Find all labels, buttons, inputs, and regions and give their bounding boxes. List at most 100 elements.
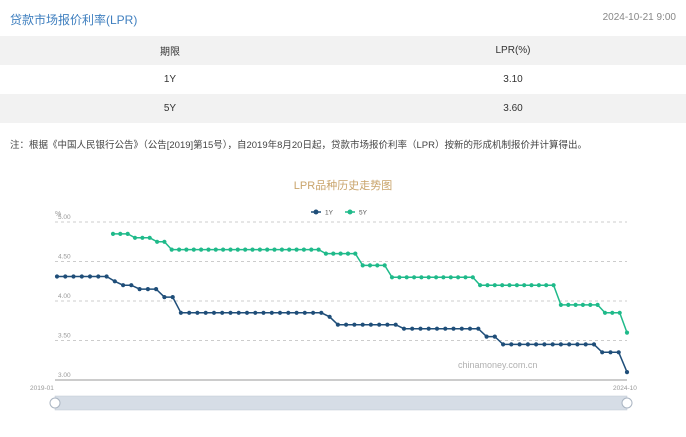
data-point-5y[interactable] [375, 263, 380, 268]
data-point-5y[interactable] [529, 283, 534, 288]
data-point-1y[interactable] [335, 322, 340, 327]
data-point-1y[interactable] [121, 283, 126, 288]
data-point-5y[interactable] [309, 247, 314, 252]
data-point-1y[interactable] [220, 310, 225, 315]
data-point-1y[interactable] [294, 310, 299, 315]
data-point-1y[interactable] [129, 283, 134, 288]
data-point-1y[interactable] [54, 274, 60, 279]
data-point-1y[interactable] [434, 326, 440, 331]
data-point-5y[interactable] [257, 247, 262, 252]
data-point-1y[interactable] [170, 295, 175, 300]
data-point-5y[interactable] [287, 247, 292, 252]
data-point-5y[interactable] [566, 302, 571, 307]
data-point-1y[interactable] [360, 322, 365, 327]
data-point-1y[interactable] [443, 326, 448, 331]
data-point-5y[interactable] [624, 330, 630, 335]
data-point-5y[interactable] [331, 251, 336, 256]
data-point-5y[interactable] [162, 239, 167, 244]
data-point-1y[interactable] [484, 334, 489, 339]
data-point-1y[interactable] [591, 342, 597, 347]
data-point-1y[interactable] [63, 274, 68, 279]
data-point-1y[interactable] [311, 310, 316, 315]
data-point-1y[interactable] [418, 326, 423, 331]
data-point-5y[interactable] [265, 247, 270, 252]
data-point-1y[interactable] [327, 314, 332, 319]
data-point-5y[interactable] [492, 283, 497, 288]
data-point-1y[interactable] [286, 310, 291, 315]
data-point-5y[interactable] [199, 247, 204, 252]
data-point-5y[interactable] [177, 247, 182, 252]
data-point-5y[interactable] [294, 247, 299, 252]
data-point-1y[interactable] [542, 342, 547, 347]
data-point-5y[interactable] [522, 283, 527, 288]
data-point-1y[interactable] [393, 322, 398, 327]
data-point-5y[interactable] [448, 275, 453, 280]
range-slider-handle-right[interactable] [621, 397, 633, 409]
data-point-5y[interactable] [500, 283, 505, 288]
data-point-5y[interactable] [206, 247, 211, 252]
data-point-5y[interactable] [279, 247, 284, 252]
data-point-1y[interactable] [352, 322, 357, 327]
data-point-5y[interactable] [147, 235, 152, 240]
data-point-5y[interactable] [360, 263, 365, 268]
data-point-1y[interactable] [368, 322, 373, 327]
data-point-1y[interactable] [451, 326, 456, 331]
data-point-1y[interactable] [162, 295, 167, 300]
data-point-5y[interactable] [573, 302, 578, 307]
data-point-1y[interactable] [236, 310, 241, 315]
data-point-5y[interactable] [412, 275, 417, 280]
data-point-1y[interactable] [534, 342, 539, 347]
data-point-5y[interactable] [132, 235, 138, 240]
data-point-1y[interactable] [401, 326, 407, 331]
data-point-1y[interactable] [319, 310, 324, 315]
data-point-1y[interactable] [467, 326, 473, 331]
data-point-1y[interactable] [178, 310, 183, 315]
range-slider-handle-left[interactable] [49, 397, 61, 409]
data-point-5y[interactable] [456, 275, 461, 280]
data-point-5y[interactable] [617, 310, 622, 315]
data-point-5y[interactable] [155, 239, 160, 244]
data-point-5y[interactable] [367, 263, 373, 268]
data-point-5y[interactable] [426, 275, 431, 280]
data-point-1y[interactable] [87, 274, 93, 279]
data-point-1y[interactable] [616, 350, 621, 355]
data-point-5y[interactable] [250, 247, 255, 252]
data-point-1y[interactable] [426, 326, 431, 331]
data-point-1y[interactable] [203, 310, 208, 315]
data-point-1y[interactable] [476, 326, 481, 331]
data-point-5y[interactable] [353, 251, 358, 256]
data-point-5y[interactable] [323, 251, 328, 256]
data-point-5y[interactable] [118, 231, 123, 236]
data-point-5y[interactable] [184, 247, 189, 252]
data-point-5y[interactable] [580, 302, 586, 307]
data-point-5y[interactable] [514, 283, 520, 288]
data-point-1y[interactable] [624, 370, 630, 375]
data-point-1y[interactable] [269, 310, 274, 315]
data-point-1y[interactable] [187, 310, 192, 315]
data-point-5y[interactable] [338, 251, 343, 256]
data-point-1y[interactable] [509, 342, 514, 347]
data-point-1y[interactable] [344, 322, 349, 327]
data-point-1y[interactable] [71, 274, 76, 279]
data-point-1y[interactable] [277, 310, 283, 315]
data-point-5y[interactable] [382, 263, 387, 268]
data-point-1y[interactable] [79, 274, 84, 279]
data-point-5y[interactable] [221, 247, 226, 252]
data-point-1y[interactable] [104, 274, 109, 279]
data-point-1y[interactable] [261, 310, 266, 315]
data-point-5y[interactable] [507, 283, 512, 288]
data-point-5y[interactable] [235, 247, 240, 252]
data-point-5y[interactable] [419, 275, 424, 280]
data-point-1y[interactable] [154, 287, 159, 292]
data-point-5y[interactable] [434, 275, 439, 280]
data-point-5y[interactable] [243, 247, 248, 252]
data-point-5y[interactable] [140, 235, 145, 240]
data-point-1y[interactable] [600, 350, 605, 355]
data-point-1y[interactable] [377, 322, 382, 327]
data-point-1y[interactable] [567, 342, 572, 347]
data-point-5y[interactable] [301, 247, 306, 252]
data-point-1y[interactable] [137, 287, 142, 292]
data-point-5y[interactable] [228, 247, 233, 252]
data-point-1y[interactable] [525, 342, 531, 347]
data-point-1y[interactable] [501, 342, 506, 347]
